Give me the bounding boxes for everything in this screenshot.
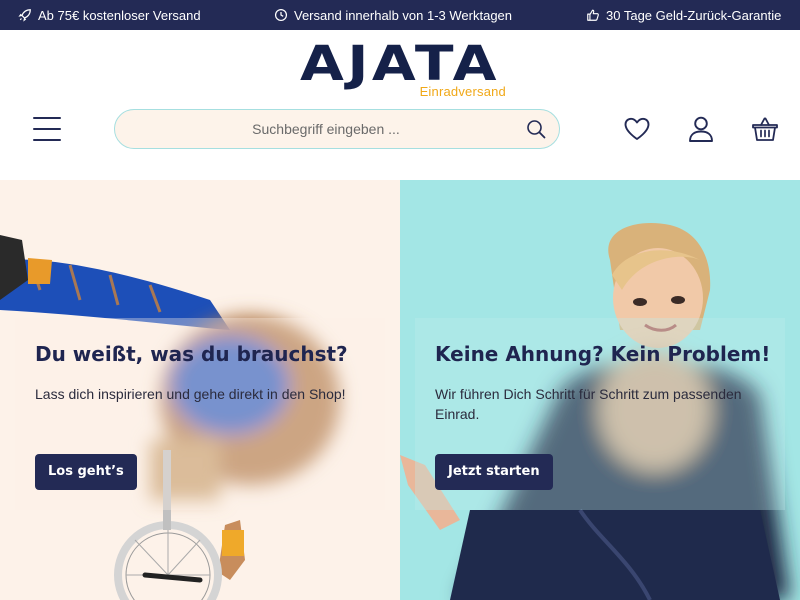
hero-card-shop: Du weißt, was du brauchst? Lass dich ins… — [15, 318, 385, 510]
search-icon[interactable] — [525, 118, 547, 140]
benefit-label: 30 Tage Geld-Zurück-Garantie — [606, 7, 782, 23]
hero-text: Lass dich inspirieren und gehe direkt in… — [35, 386, 346, 402]
hero-panel-advisor: Keine Ahnung? Kein Problem! Wir führen D… — [400, 180, 800, 600]
rocket-icon — [18, 9, 31, 22]
logo-subtitle: Einradversand — [419, 84, 506, 99]
start-advisor-button[interactable]: Jetzt starten — [435, 454, 553, 490]
benefit-money-back: 30 Tage Geld-Zurück-Garantie — [586, 0, 781, 30]
site-logo[interactable]: AJATA Einradversand — [292, 40, 508, 102]
benefit-shipping-time: Versand innerhalb von 1-3 Werktagen — [274, 0, 512, 30]
hero-text: Wir führen Dich Schritt für Schritt zum … — [435, 386, 742, 422]
menu-icon[interactable] — [33, 117, 61, 141]
benefit-free-shipping: Ab 75€ kostenloser Versand — [18, 0, 201, 30]
hero-title: Du weißt, was du brauchst? — [35, 342, 348, 366]
user-icon[interactable] — [686, 114, 716, 144]
thumbs-up-icon — [587, 9, 599, 21]
search-bar — [114, 109, 560, 149]
benefit-label: Ab 75€ kostenloser Versand — [38, 7, 201, 23]
hero-panel-shop: Du weißt, was du brauchst? Lass dich ins… — [0, 180, 400, 600]
hero-title: Keine Ahnung? Kein Problem! — [435, 342, 771, 366]
heart-icon[interactable] — [622, 114, 652, 144]
clock-icon — [274, 8, 288, 22]
hero-card-advisor: Keine Ahnung? Kein Problem! Wir führen D… — [415, 318, 785, 510]
basket-icon[interactable] — [750, 114, 780, 144]
shop-now-button[interactable]: Los geht’s — [35, 454, 137, 490]
benefits-bar: Ab 75€ kostenloser Versand Versand inner… — [0, 0, 800, 30]
benefit-label: Versand innerhalb von 1-3 Werktagen — [294, 7, 513, 23]
search-input[interactable] — [131, 110, 521, 148]
logo-wordmark: AJATA — [299, 36, 501, 92]
